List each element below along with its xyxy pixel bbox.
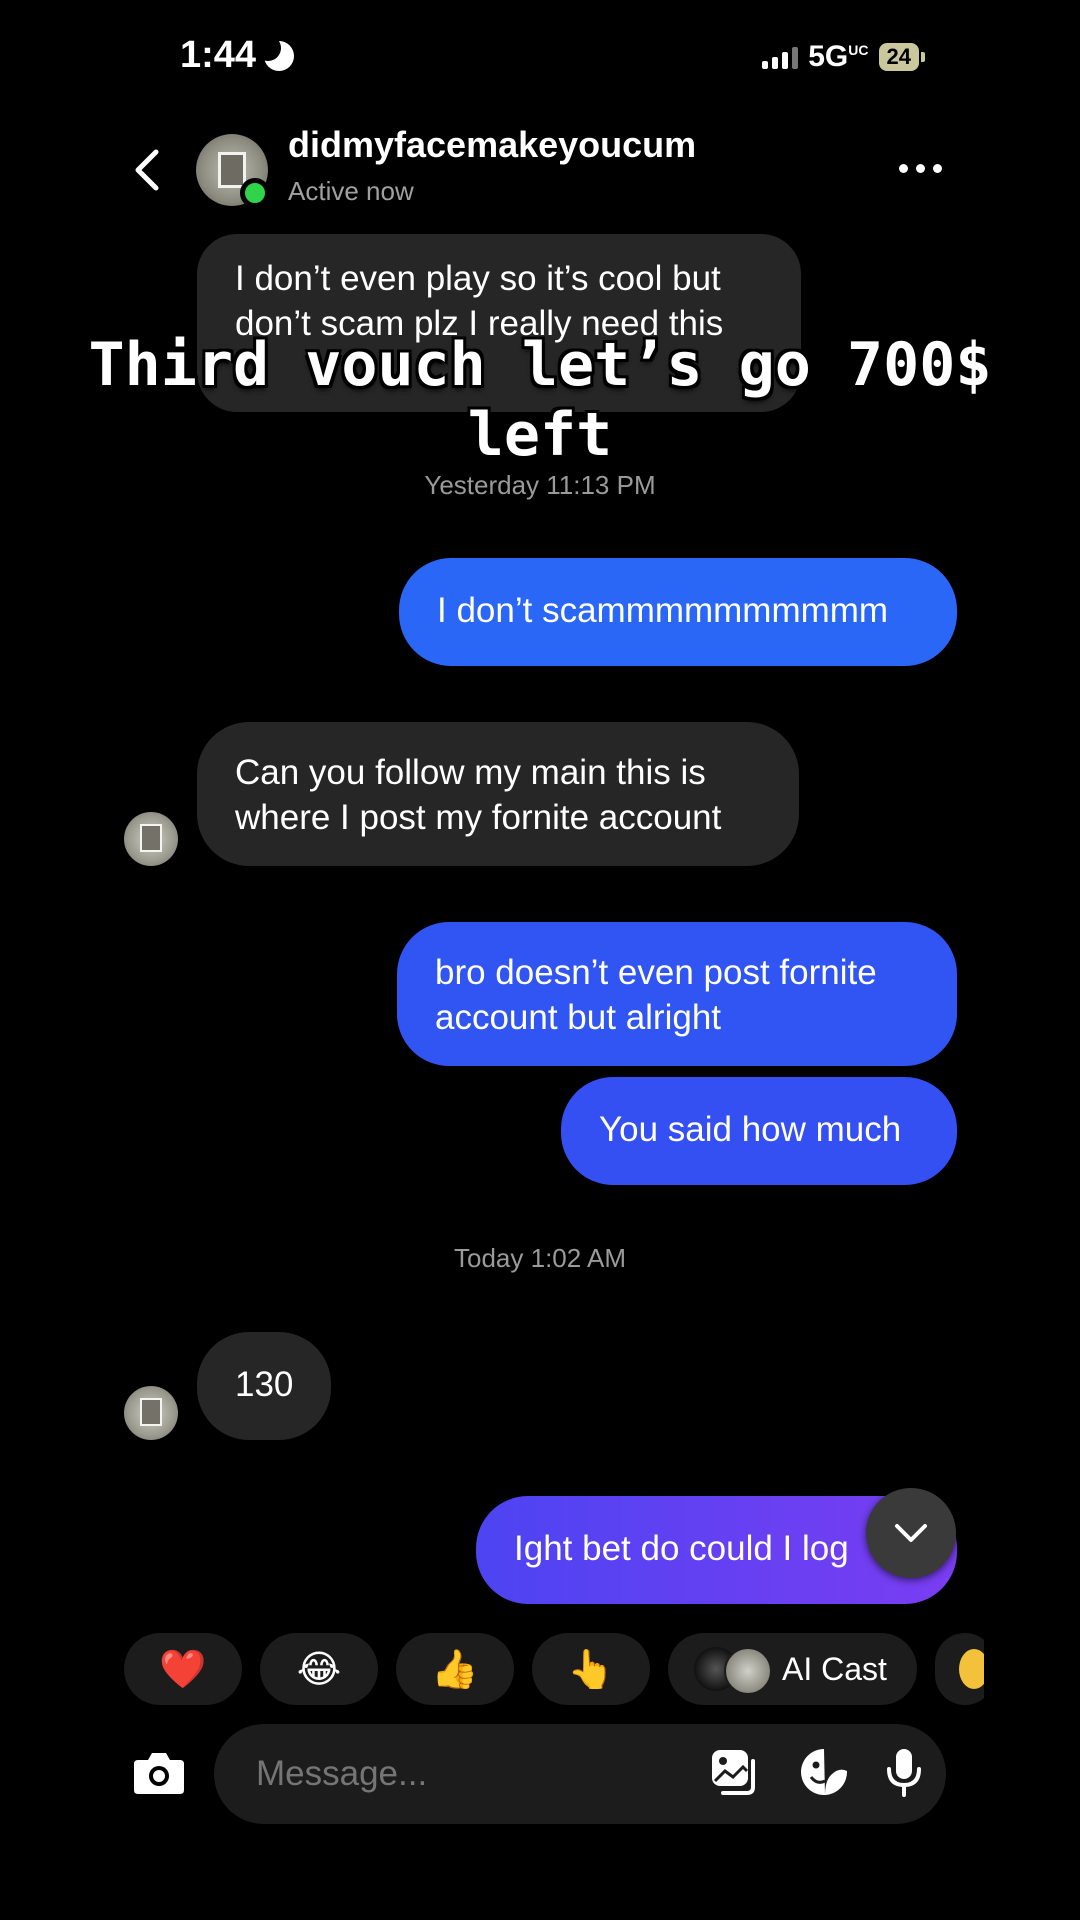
message-line: 130	[235, 1365, 294, 1404]
more-options-icon[interactable]	[899, 164, 942, 173]
message-bubble-incoming[interactable]: 130	[197, 1332, 331, 1440]
ai-cast-label: AI Cast	[782, 1650, 887, 1687]
message-line: Ight bet do could I log	[514, 1529, 849, 1568]
quick-reactions-bar: ❤️ 😂 👍 👆 AI Cast	[124, 1633, 984, 1707]
status-indicators: 5GUC 24	[762, 40, 925, 74]
timestamp: Yesterday 11:13 PM	[424, 470, 656, 500]
moon-icon	[255, 34, 295, 71]
message-line: You said how much	[599, 1110, 902, 1149]
message-line: where I post my fornite account	[235, 798, 722, 837]
heart-emoji-button[interactable]: ❤️	[124, 1633, 242, 1705]
signal-icon	[762, 45, 799, 69]
scroll-down-button[interactable]	[866, 1488, 956, 1578]
battery-icon: 24	[878, 43, 925, 71]
pointing-emoji-button[interactable]: 👆	[532, 1633, 650, 1705]
message-line: I don’t scammmmmmmmmm	[437, 591, 889, 630]
timestamp: Today 1:02 AM	[454, 1243, 626, 1273]
online-indicator	[240, 178, 270, 208]
thumbs-up-icon: 👍	[431, 1646, 479, 1691]
message-composer	[214, 1724, 946, 1824]
back-icon[interactable]	[128, 148, 168, 192]
active-status: Active now	[288, 176, 414, 206]
ai-cast-button[interactable]: AI Cast	[668, 1633, 917, 1705]
more-emoji-button[interactable]	[934, 1633, 984, 1705]
camera-icon[interactable]	[132, 1750, 186, 1796]
overlay-caption: Third vouch let’s go 700$ left	[88, 330, 992, 470]
heart-icon: ❤️	[159, 1646, 207, 1691]
microphone-icon[interactable]	[885, 1747, 923, 1802]
message-line: Can you follow my main this is	[235, 753, 706, 792]
message-line: bro doesn’t even post fornite	[435, 953, 877, 992]
chevron-down-icon	[895, 1524, 927, 1542]
laughing-face-icon: 😂	[296, 1647, 342, 1691]
ai-cast-avatars-icon	[694, 1647, 772, 1695]
sticker-icon[interactable]	[799, 1747, 849, 1802]
laughing-emoji-button[interactable]: 😂	[260, 1633, 378, 1705]
message-line: I don’t even play so it’s cool but	[235, 259, 721, 298]
message-line: account but alright	[435, 998, 722, 1037]
status-time: 1:44	[180, 34, 295, 77]
gallery-icon[interactable]	[709, 1747, 759, 1802]
pointing-up-icon: 👆	[567, 1646, 615, 1691]
emoji-icon	[958, 1649, 984, 1689]
message-bubble-incoming[interactable]: Can you follow my main this is where I p…	[197, 722, 799, 866]
avatar[interactable]	[124, 812, 178, 866]
network-label: 5GUC	[808, 40, 869, 73]
message-bubble-outgoing[interactable]: bro doesn’t even post fornite account bu…	[397, 922, 957, 1066]
status-time-text: 1:44	[180, 34, 257, 76]
avatar[interactable]	[196, 134, 270, 208]
message-input[interactable]	[254, 1753, 709, 1795]
avatar[interactable]	[124, 1386, 178, 1440]
battery-level: 24	[878, 43, 919, 71]
contact-username[interactable]: didmyfacemakeyoucum	[288, 124, 696, 166]
message-bubble-outgoing[interactable]: You said how much	[561, 1077, 957, 1185]
message-bubble-outgoing[interactable]: I don’t scammmmmmmmmm	[399, 558, 957, 666]
thumbs-up-emoji-button[interactable]: 👍	[396, 1633, 514, 1705]
